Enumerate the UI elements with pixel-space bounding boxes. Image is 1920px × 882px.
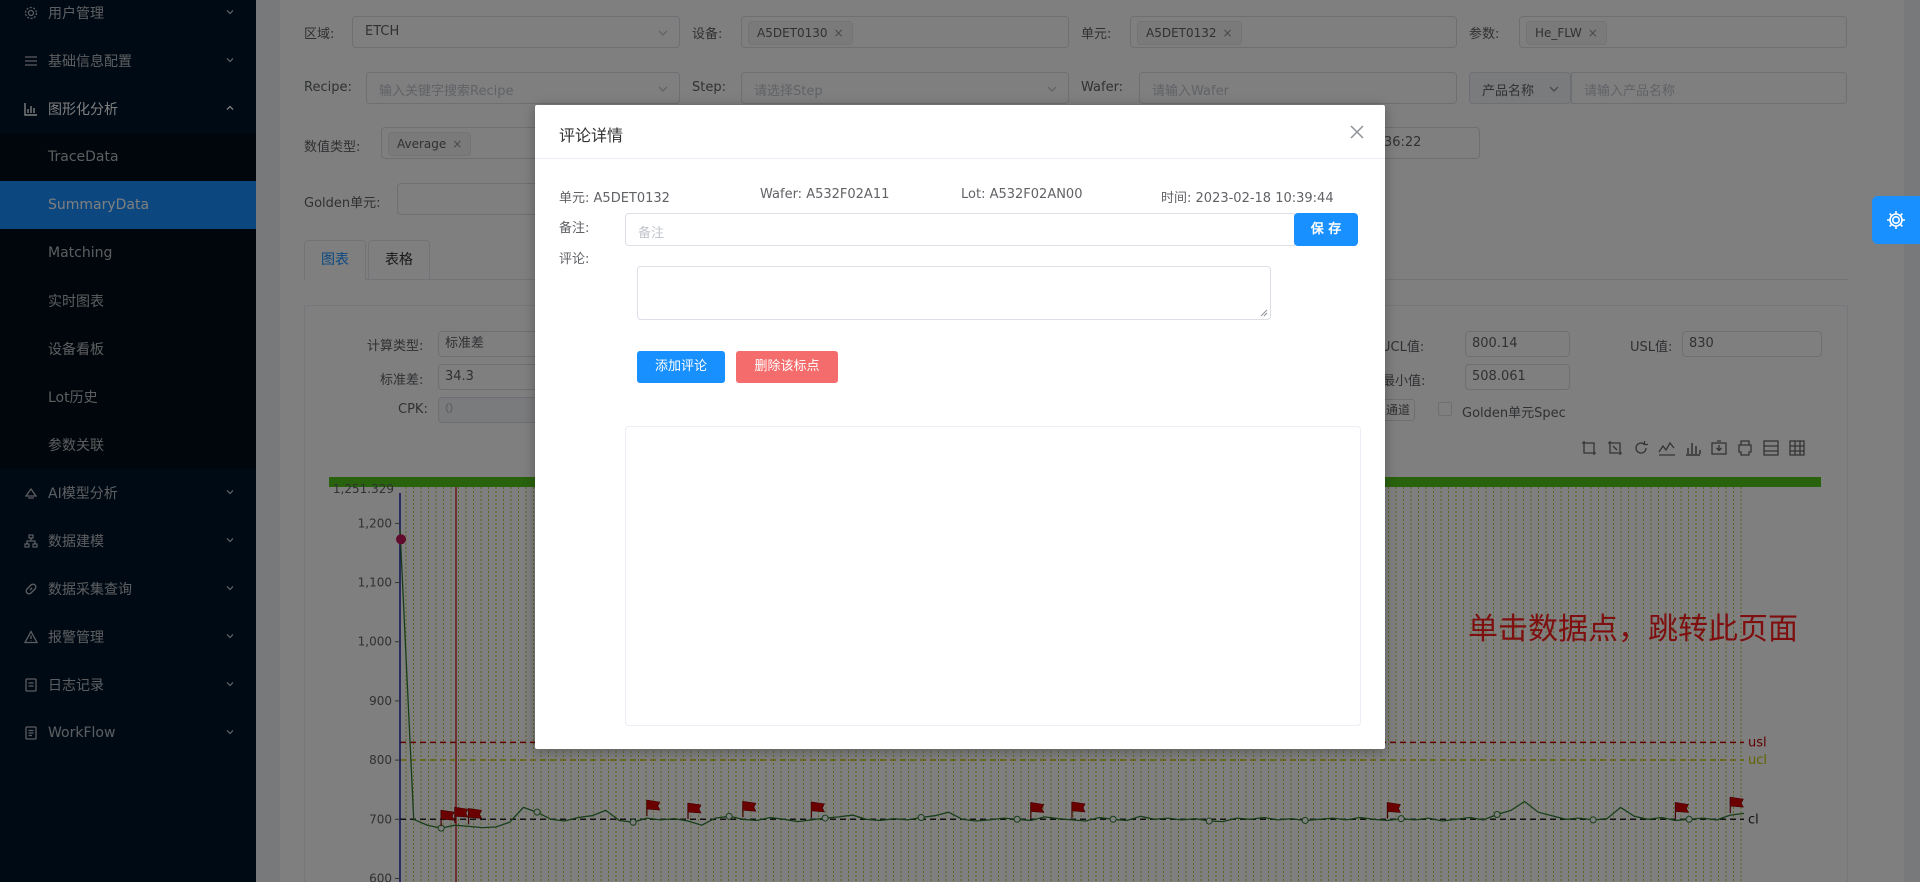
save-button[interactable]: 保 存 xyxy=(1294,213,1358,246)
resize-handle-icon[interactable] xyxy=(1258,307,1268,317)
add-comment-button[interactable]: 添加评论 xyxy=(637,351,725,383)
info-lot-label: Lot: xyxy=(961,187,986,202)
info-wafer: Wafer: A532F02A11 xyxy=(760,187,889,202)
comment-list xyxy=(625,426,1361,726)
dialog-header: 评论详情 xyxy=(535,105,1385,159)
info-unit-value: A5DET0132 xyxy=(593,191,670,206)
close-icon[interactable] xyxy=(1349,124,1365,140)
info-wafer-value: A532F02A11 xyxy=(806,187,890,202)
gear-icon xyxy=(1887,211,1905,229)
info-time-label: 时间: xyxy=(1161,191,1192,206)
note-placeholder: 备注 xyxy=(638,226,665,241)
info-lot-value: A532F02AN00 xyxy=(989,187,1083,202)
info-time: 时间: 2023-02-18 10:39:44 xyxy=(1161,187,1334,206)
info-unit-label: 单元: xyxy=(559,191,590,206)
info-unit: 单元: A5DET0132 xyxy=(559,187,670,206)
comment-dialog: 评论详情 单元: A5DET0132 Wafer: A532F02A11 Lot… xyxy=(535,105,1385,749)
settings-button[interactable] xyxy=(1872,196,1920,244)
comment-textarea[interactable] xyxy=(637,266,1271,320)
info-wafer-label: Wafer: xyxy=(760,187,803,202)
note-label: 备注: xyxy=(559,221,590,236)
note-input[interactable]: 备注 xyxy=(625,213,1295,246)
comment-label: 评论: xyxy=(559,252,590,267)
delete-point-button[interactable]: 删除该标点 xyxy=(736,351,838,383)
info-time-value: 2023-02-18 10:39:44 xyxy=(1195,191,1334,206)
dialog-title: 评论详情 xyxy=(559,126,624,145)
info-lot: Lot: A532F02AN00 xyxy=(961,187,1082,202)
